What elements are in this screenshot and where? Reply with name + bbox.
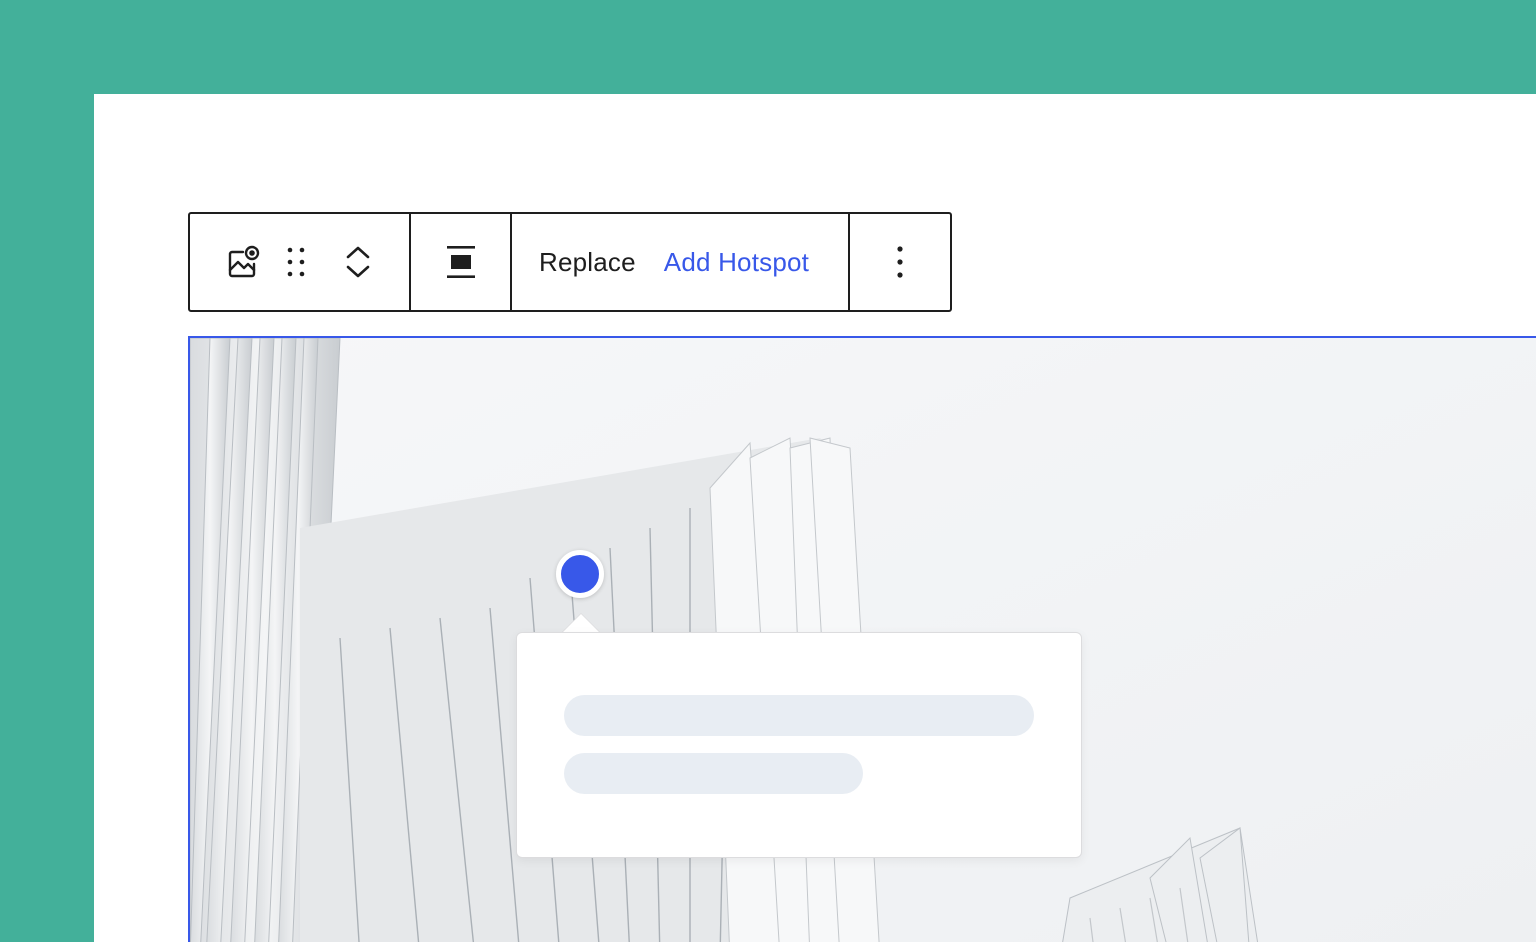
image-block[interactable] [188,336,1536,942]
hotspot-popover [516,632,1082,858]
toolbar-group-block [190,214,411,310]
hotspot-marker[interactable] [556,550,604,598]
chevron-up-icon[interactable] [330,245,386,259]
popover-arrow [562,614,600,633]
placeholder-line [564,753,863,794]
toolbar-group-align [411,214,512,310]
editor-canvas: Replace Add Hotspot [94,94,1536,942]
placeholder-line [564,695,1034,736]
block-mover [330,214,386,310]
drag-handle-icon[interactable] [274,214,318,310]
more-vertical-icon[interactable] [870,214,930,310]
block-toolbar: Replace Add Hotspot [188,212,952,312]
replace-button[interactable]: Replace [539,214,636,310]
toolbar-group-more [850,214,950,310]
chevron-down-icon[interactable] [330,265,386,279]
add-hotspot-button[interactable]: Add Hotspot [664,214,809,310]
image-hotspot-icon[interactable] [214,214,274,310]
toolbar-group-actions: Replace Add Hotspot [512,214,850,310]
align-center-icon[interactable] [431,214,491,310]
